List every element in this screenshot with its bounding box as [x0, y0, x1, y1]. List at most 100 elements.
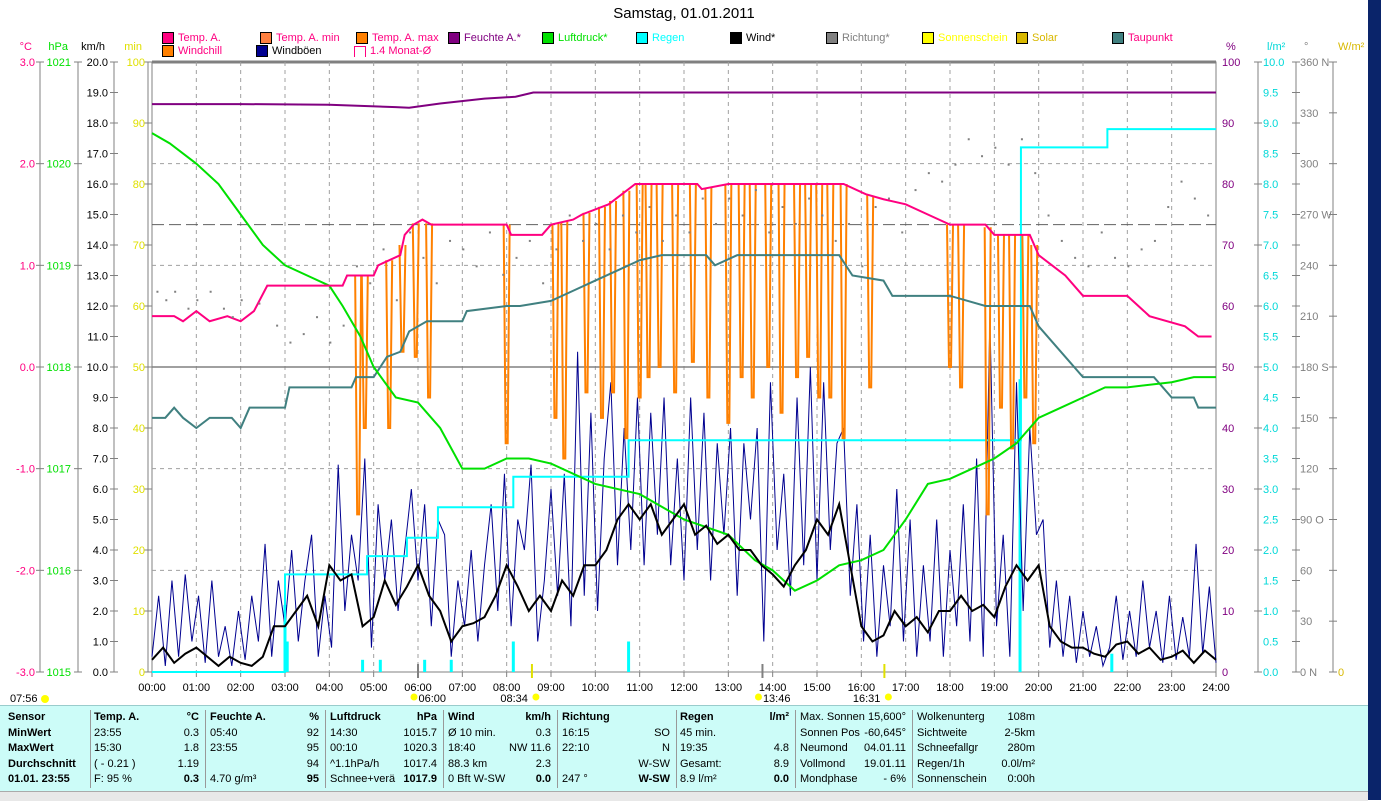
- table-column: Wind km/h Ø 10 min. 0.3 18:40 NW 11.6 88.3 km 2…: [446, 710, 558, 788]
- table-cell-label: 01.01. 23:55: [8, 773, 70, 785]
- axis-tick-label-deg: 120: [1300, 464, 1318, 476]
- table-row: Ø 10 min. 0.3: [446, 726, 557, 742]
- table-cell-label: 19:35: [680, 742, 708, 754]
- table-cell-value: 0.0: [773, 773, 789, 785]
- sun-marker-label: 16:31: [853, 693, 881, 705]
- richtung-point: [302, 333, 305, 336]
- richtung-point: [395, 299, 398, 302]
- table-column: Max. Sonnen 15,600° Sonnen Pos -60,645° Neum…: [798, 710, 913, 788]
- table-cell-value: hPa: [416, 711, 437, 723]
- legend-item: Temp. A. min: [260, 32, 340, 44]
- axis-tick-label-percent: 40: [1222, 423, 1234, 435]
- axis-tick-label-hpa: 1018: [47, 362, 71, 374]
- table-row: F: 95 % 0.3: [92, 772, 205, 788]
- richtung-point: [608, 248, 611, 251]
- axis-tick-label-temp_c: 2.0: [20, 159, 35, 171]
- legend-item: Richtung*: [826, 32, 890, 44]
- table-cell-value: 94: [306, 757, 319, 770]
- axis-tick-label-kmh: 10.0: [87, 362, 108, 374]
- table-row: 18:40 NW 11.6: [446, 741, 557, 757]
- axis-tick-label-min: 40: [133, 423, 145, 435]
- x-tick-label: 09:00: [537, 682, 565, 694]
- summary-table: Sensor MinWert MaxWert Durchschnitt 01.01. 2…: [0, 705, 1368, 792]
- legend-item: Sonnenschein: [922, 32, 1008, 44]
- axis-tick-label-kmh: 13.0: [87, 271, 108, 283]
- table-row: W-SW: [560, 757, 676, 773]
- table-cell-label: Sonnen Pos: [800, 726, 860, 739]
- axis-tick-label-deg: 150: [1300, 413, 1318, 425]
- legend-swatch-icon: [260, 32, 272, 44]
- axis-tick-label-kmh: 0.0: [93, 667, 108, 679]
- richtung-point: [954, 163, 957, 166]
- table-cell-value: - 6%: [883, 773, 906, 785]
- axis-tick-label-min: 30: [133, 484, 145, 496]
- legend-label: Windböen: [272, 45, 322, 57]
- axis-tick-label-min: 70: [133, 240, 145, 252]
- x-tick-label: 11:00: [626, 682, 653, 694]
- axis-tick-label-kmh: 12.0: [87, 301, 108, 313]
- rain-bar: [511, 641, 515, 672]
- axis-tick-label-kmh: 11.0: [87, 332, 108, 344]
- table-cell-value: 0.3: [535, 726, 551, 739]
- richtung-point: [231, 316, 234, 319]
- richtung-point: [768, 231, 771, 234]
- legend-swatch-icon: [1016, 32, 1028, 44]
- table-row: 88.3 km 2.3: [446, 757, 557, 773]
- axis-tick-label-deg: 270 W: [1300, 210, 1332, 222]
- table-cell-value: 15,600°: [867, 711, 906, 723]
- x-tick-label: 21:00: [1069, 682, 1097, 694]
- table-row: Max. Sonnen 15,600°: [798, 710, 912, 726]
- table-cell-label: 15:30: [94, 742, 122, 754]
- richtung-point: [542, 282, 545, 285]
- x-tick-label: 10:00: [582, 682, 610, 694]
- table-cell-label: 16:15: [562, 726, 590, 739]
- axis-tick-label-percent: 50: [1222, 362, 1234, 374]
- axis-tick-label-kmh: 16.0: [87, 179, 108, 191]
- table-cell-value: 92: [306, 726, 319, 739]
- axis-tick-label-rain: 5.5: [1263, 332, 1278, 344]
- richtung-point: [595, 222, 598, 225]
- legend-item: Temp. A. max: [356, 32, 439, 44]
- axis-tick-label-temp_c: -2.0: [16, 565, 35, 577]
- richtung-point: [914, 189, 917, 192]
- richtung-point: [1180, 180, 1183, 183]
- legend-swatch-icon: [356, 32, 368, 44]
- table-row: 15:30 1.8: [92, 741, 205, 757]
- richtung-point: [382, 248, 385, 251]
- table-row: Sonnen Pos -60,645°: [798, 726, 912, 742]
- axis-tick-label-rain: 1.0: [1263, 606, 1278, 618]
- table-cell-value: 95: [306, 773, 319, 785]
- richtung-point: [502, 273, 505, 276]
- richtung-point: [329, 341, 332, 344]
- table-column: Wolkenunterg 108m Sichtweite 2-5km Schneefal…: [915, 710, 1065, 788]
- table-cell-value: SO: [654, 726, 670, 739]
- axis-tick-label-rain: 7.0: [1263, 240, 1278, 252]
- table-cell-value: 8.9: [773, 757, 789, 770]
- legend-item: Solar: [1016, 32, 1058, 44]
- rain-bar: [627, 641, 631, 672]
- x-tick-label: 12:00: [670, 682, 698, 694]
- table-row: 45 min.: [678, 726, 795, 742]
- richtung-point: [808, 197, 811, 200]
- table-row: Luftdruck hPa: [328, 710, 443, 726]
- sun-marker-label: 13:46: [763, 693, 791, 705]
- axis-unit-temp_c: °C: [20, 41, 32, 53]
- richtung-point: [240, 299, 243, 302]
- legend-swatch-icon: [354, 45, 366, 57]
- table-cell-value: 95: [306, 742, 319, 754]
- axis-tick-label-min: 100: [127, 57, 145, 69]
- axis-tick-label-rain: 1.5: [1263, 576, 1278, 588]
- table-row: 16:15 SO: [560, 726, 676, 742]
- axis-tick-label-kmh: 18.0: [87, 118, 108, 130]
- table-cell-value: 0.3: [183, 726, 199, 739]
- table-row: MinWert: [6, 726, 90, 742]
- axis-tick-label-rain: 5.0: [1263, 362, 1278, 374]
- x-tick-label: 24:00: [1202, 682, 1230, 694]
- axis-tick-label-kmh: 1.0: [93, 637, 108, 649]
- table-cell-value: km/h: [525, 711, 551, 723]
- axis-tick-label-rain: 8.0: [1263, 179, 1278, 191]
- table-cell-label: 23:55: [210, 742, 238, 754]
- richtung-point: [258, 302, 261, 305]
- richtung-point: [1034, 172, 1037, 175]
- axis-tick-label-temp_c: 1.0: [20, 260, 35, 272]
